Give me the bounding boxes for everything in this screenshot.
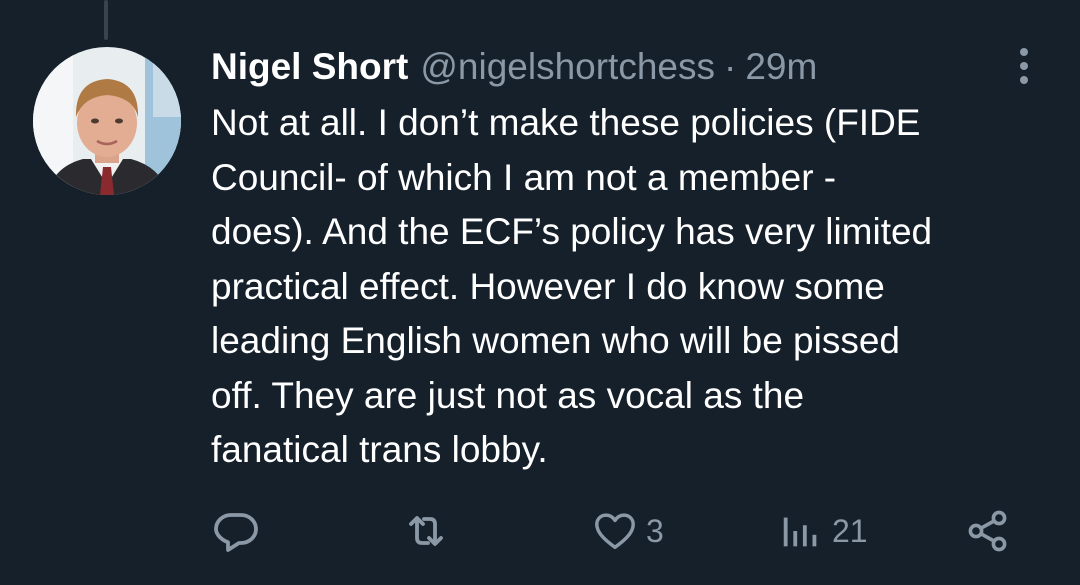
avatar[interactable]: [33, 47, 181, 195]
author-display-name[interactable]: Nigel Short: [211, 46, 408, 88]
reply-icon: [214, 513, 258, 552]
like-count: 3: [646, 512, 664, 549]
tweet-text-line: Not at all. I don’t make these policies …: [211, 102, 921, 143]
share-icon: [968, 510, 1007, 552]
retweet-button[interactable]: [402, 504, 450, 558]
retweet-icon: [409, 516, 443, 546]
heart-icon: [595, 513, 635, 550]
tweet-header: Nigel Short @nigelshortchess · 29m: [211, 42, 817, 92]
share-button[interactable]: [964, 504, 1012, 558]
tweet-text-line: off. They are just not as vocal as the: [211, 374, 805, 416]
reply-button[interactable]: [212, 504, 260, 558]
tweet-timestamp[interactable]: 29m: [745, 46, 817, 88]
tweet-text-line: practical effect. However I do know some: [211, 265, 885, 307]
tweet-text-line: does). And the ECF’s policy has very lim…: [211, 211, 933, 252]
views-icon: [783, 517, 817, 547]
thread-connector-line: [104, 0, 108, 40]
avatar-image: [33, 47, 181, 195]
views-count: 21: [832, 512, 868, 549]
more-options-button[interactable]: [1000, 42, 1048, 90]
author-handle[interactable]: @nigelshortchess: [420, 46, 715, 88]
more-vertical-icon: [1020, 48, 1028, 84]
tweet-text-line: fanatical trans lobby.: [211, 429, 548, 470]
views-button[interactable]: 21: [778, 504, 868, 558]
tweet-action-bar: 3 21: [0, 504, 1080, 558]
tweet-text-line: leading English women who will be pissed: [211, 320, 900, 361]
header-separator: ·: [724, 46, 737, 87]
tweet-text: Not at all. I don’t make these policies …: [211, 96, 1041, 478]
like-button[interactable]: 3: [592, 504, 664, 558]
tweet-text-line: Council- of which I am not a member -: [211, 156, 837, 198]
